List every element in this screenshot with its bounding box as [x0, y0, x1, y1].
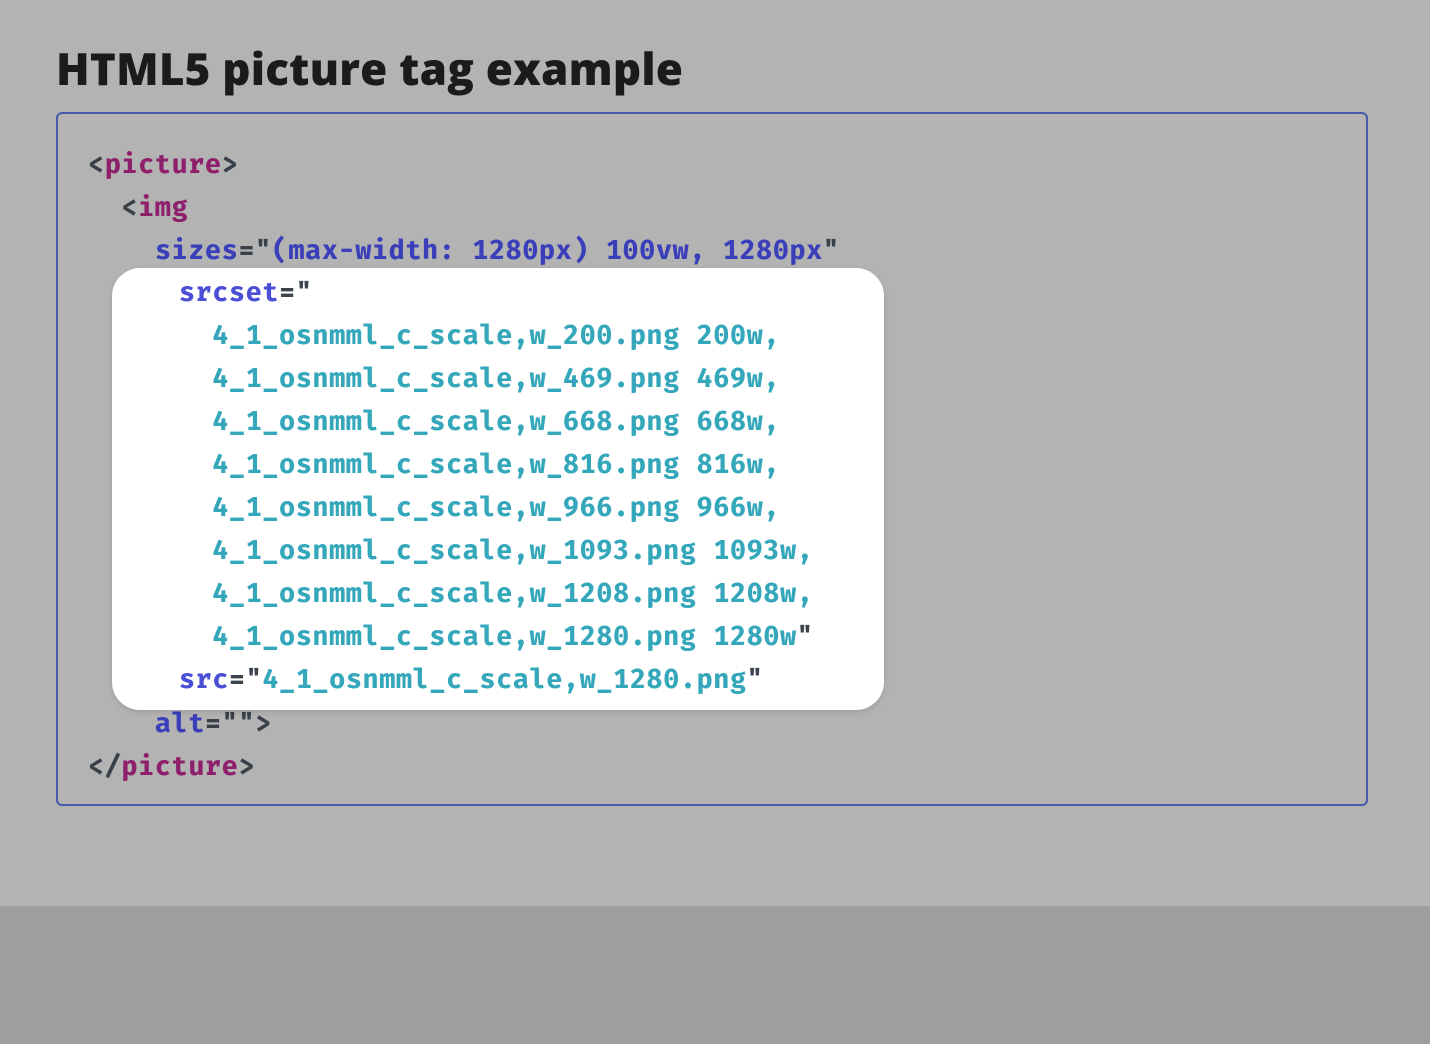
tag-img: img — [138, 192, 188, 224]
attr-alt: alt — [155, 708, 205, 740]
callout-highlight: srcset=" 4_1_osnmml_c_scale,w_200.png 20… — [112, 268, 884, 710]
callout-code: srcset=" 4_1_osnmml_c_scale,w_200.png 20… — [112, 272, 884, 702]
tag-picture-close: picture — [121, 751, 238, 783]
val-sizes: (max-width: 1280px) 100vw, 1280px — [272, 235, 823, 267]
srcset-item: 4_1_osnmml_c_scale,w_816.png 816w, — [212, 449, 780, 481]
attr-sizes: sizes — [155, 235, 239, 267]
srcset-item: 4_1_osnmml_c_scale,w_668.png 668w, — [212, 406, 780, 438]
angle-close: > — [238, 751, 255, 783]
val-src: 4_1_osnmml_c_scale,w_1280.png — [262, 664, 746, 696]
srcset-item: 4_1_osnmml_c_scale,w_1208.png 1208w, — [212, 578, 813, 610]
angle-close: > — [222, 149, 239, 181]
angle-open: < — [121, 192, 138, 224]
attr-src: src — [179, 664, 229, 696]
srcset-item: 4_1_osnmml_c_scale,w_200.png 200w, — [212, 320, 780, 352]
panel: HTML5 picture tag example <picture> <img… — [0, 0, 1430, 906]
srcset-item: 4_1_osnmml_c_scale,w_1093.png 1093w, — [212, 535, 813, 567]
stage: HTML5 picture tag example <picture> <img… — [0, 0, 1430, 1044]
srcset-item: 4_1_osnmml_c_scale,w_1280.png 1280w — [212, 621, 797, 653]
attr-srcset: srcset — [179, 277, 279, 309]
tag-picture-open: picture — [105, 149, 222, 181]
angle-open-close: </ — [88, 751, 121, 783]
srcset-item: 4_1_osnmml_c_scale,w_966.png 966w, — [212, 492, 780, 524]
srcset-item: 4_1_osnmml_c_scale,w_469.png 469w, — [212, 363, 780, 395]
page-title: HTML5 picture tag example — [56, 38, 683, 98]
angle-open: < — [88, 149, 105, 181]
